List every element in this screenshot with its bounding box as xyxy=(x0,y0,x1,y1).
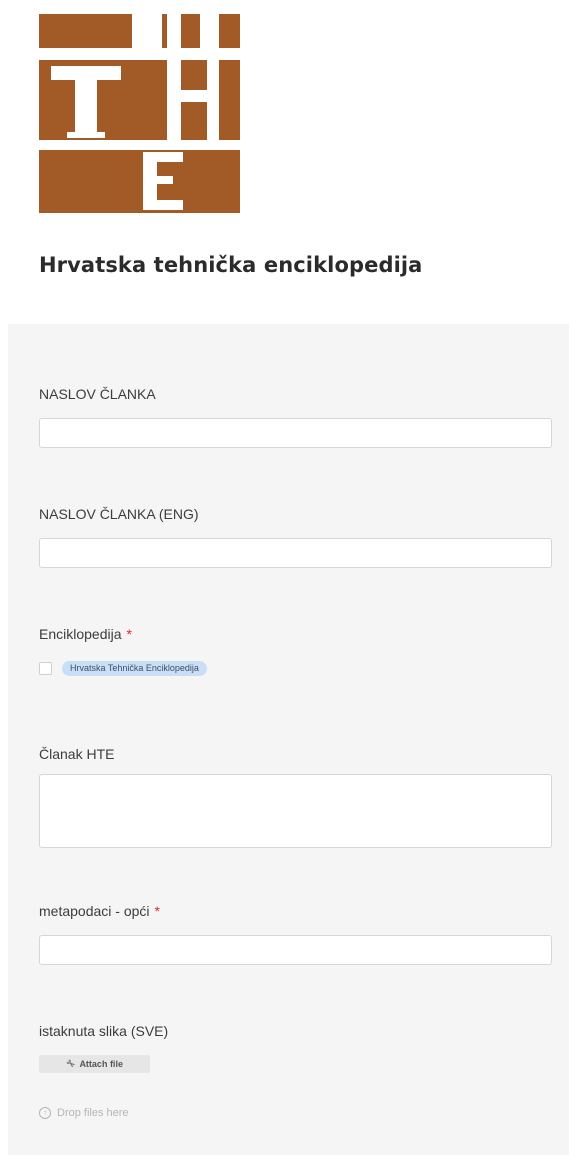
field-label-naslov-eng: NASLOV ČLANKA (ENG) xyxy=(39,506,199,522)
required-marker: * xyxy=(154,903,160,919)
field-label-slika: istaknuta slika (SVE) xyxy=(39,1023,168,1039)
attach-file-button[interactable]: ✂ Attach file xyxy=(39,1055,150,1073)
field-label-naslov-text: NASLOV ČLANKA xyxy=(39,386,156,402)
drop-zone-label: Drop files here xyxy=(57,1107,129,1119)
naslov-clanka-input[interactable] xyxy=(39,418,552,448)
naslov-clanka-eng-input[interactable] xyxy=(39,538,552,568)
metapodaci-input[interactable] xyxy=(39,935,552,965)
field-label-enciklopedija: Enciklopedija * xyxy=(39,626,132,642)
upload-circle-icon: ↑ xyxy=(39,1107,51,1119)
drop-zone[interactable]: ↑ Drop files here xyxy=(39,1104,129,1122)
clanak-hte-textarea[interactable] xyxy=(39,774,552,848)
field-label-slika-text: istaknuta slika (SVE) xyxy=(39,1023,169,1039)
field-label-metapodaci: metapodaci - opći * xyxy=(39,903,160,919)
enciklopedija-option[interactable]: Hrvatska Tehnička Enciklopedija xyxy=(39,659,207,677)
page: Hrvatska tehnička enciklopedija NASLOV Č… xyxy=(0,0,569,1155)
hte-logo xyxy=(39,14,240,213)
attach-file-label: Attach file xyxy=(79,1059,123,1069)
field-label-naslov: NASLOV ČLANKA xyxy=(39,386,156,402)
field-label-naslov-eng-text: NASLOV ČLANKA (ENG) xyxy=(39,506,199,522)
field-label-metapodaci-text: metapodaci - opći xyxy=(39,903,150,919)
field-label-clanak-text: Članak HTE xyxy=(39,746,115,762)
enciklopedija-tag[interactable]: Hrvatska Tehnička Enciklopedija xyxy=(62,660,207,676)
required-marker: * xyxy=(126,626,132,642)
enciklopedija-checkbox[interactable] xyxy=(39,661,52,675)
site-title: Hrvatska tehnička enciklopedija xyxy=(39,253,423,277)
field-label-enciklopedija-text: Enciklopedija xyxy=(39,626,122,642)
field-label-clanak: Članak HTE xyxy=(39,746,114,762)
paperclip-icon: ✂ xyxy=(63,1057,77,1071)
